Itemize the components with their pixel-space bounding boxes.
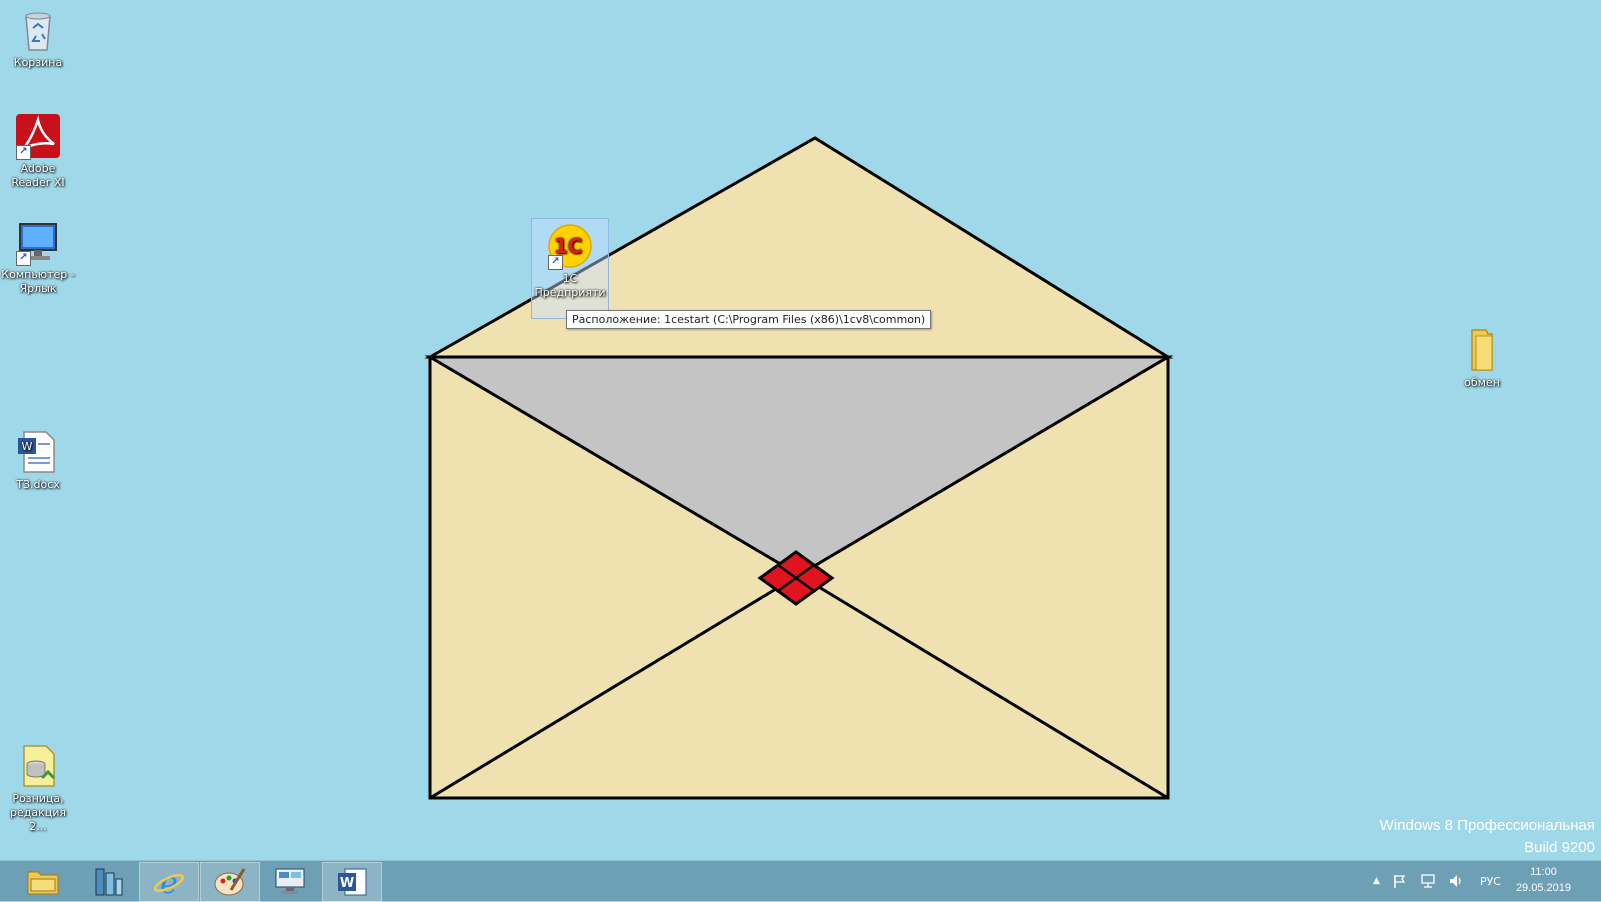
taskbar-remote-desktop-button[interactable] [261, 862, 319, 900]
word-document-icon: W [14, 428, 62, 476]
taskbar-paint-button[interactable] [200, 862, 260, 902]
database-file-icon [14, 742, 62, 790]
folder-icon [1458, 326, 1506, 374]
desktop-icon-roznica[interactable]: Розница, редакция 2... [0, 742, 76, 834]
shortcut-arrow-icon: ↗ [16, 145, 31, 160]
desktop-icon-computer[interactable]: ↗ Компьютер - Ярлык [0, 218, 76, 296]
shortcut-arrow-icon: ↗ [548, 255, 563, 270]
desktop-icon-adobe-reader[interactable]: ↗ Adobe Reader XI [0, 112, 76, 190]
system-tray: ▲ РУС [1373, 861, 1501, 901]
svg-text:W: W [22, 440, 33, 453]
adobe-reader-label: Adobe Reader XI [11, 162, 65, 189]
tz-docx-label: ТЗ.docx [16, 478, 60, 491]
input-language-indicator[interactable]: РУС [1480, 875, 1501, 888]
recycle-bin-icon [14, 6, 62, 54]
taskbar-word-button[interactable]: W [322, 862, 382, 902]
adobe-reader-icon: ↗ [14, 112, 62, 160]
internet-explorer-icon: e [153, 866, 185, 898]
clock[interactable]: 11:00 29.05.2019 [1516, 864, 1571, 896]
computer-icon: ↗ [14, 218, 62, 266]
desktop-icon-recycle-bin[interactable]: Корзина [0, 6, 76, 70]
clock-date: 29.05.2019 [1515, 882, 1571, 894]
taskbar-server-manager-button[interactable] [78, 862, 136, 900]
file-explorer-icon [27, 871, 59, 895]
recycle-bin-label: Корзина [13, 56, 63, 69]
desktop-icon-tz-docx[interactable]: W ТЗ.docx [0, 428, 76, 492]
roznica-label: Розница, редакция 2... [10, 792, 66, 833]
watermark-build: Build 9200 [1524, 839, 1595, 856]
word-icon: W [338, 868, 367, 896]
1c-enterprise-label: 1С Предприяти [534, 272, 606, 299]
paint-palette-icon [214, 868, 246, 896]
windows-watermark: Windows 8 Профессиональная Build 9200 [1380, 815, 1595, 859]
server-manager-icon [95, 868, 123, 896]
desktop-icon-1c-enterprise[interactable]: 1С ↗ 1С Предприяти [531, 218, 609, 319]
location-tooltip: Расположение: 1cestart (C:\Program Files… [566, 310, 932, 329]
taskbar-file-explorer-button[interactable] [14, 862, 72, 900]
taskbar-internet-explorer-button[interactable]: e [139, 862, 199, 902]
svg-text:W: W [340, 876, 354, 891]
obmen-folder-label: обмен [1464, 376, 1500, 389]
taskbar: e W ▲ РУС 11:00 29.05.2019 [0, 860, 1601, 902]
computer-label: Компьютер - Ярлык [1, 268, 75, 295]
wallpaper-envelope [424, 136, 1174, 800]
remote-desktop-icon [275, 868, 305, 894]
volume-icon[interactable] [1448, 873, 1464, 889]
1c-logo-icon: 1С ↗ [546, 222, 594, 270]
desktop-icon-obmen-folder[interactable]: обмен [1444, 326, 1520, 390]
network-icon[interactable] [1420, 873, 1436, 889]
clock-time: 11:00 [1530, 866, 1557, 878]
action-center-flag-icon[interactable] [1392, 873, 1408, 889]
show-hidden-icons-chevron-icon[interactable]: ▲ [1373, 876, 1380, 886]
watermark-edition: Windows 8 Профессиональная [1379, 817, 1595, 834]
shortcut-arrow-icon: ↗ [16, 251, 31, 266]
